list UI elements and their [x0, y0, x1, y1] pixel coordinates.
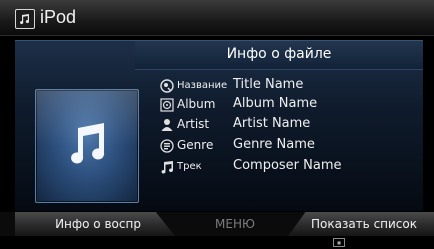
album-art: [35, 89, 139, 203]
info-row-genre: Genre Genre Name: [160, 137, 422, 157]
status-icon: ■: [333, 238, 345, 247]
album-icon: [160, 98, 174, 112]
info-label: Artist: [177, 117, 210, 131]
info-row-track: Трек Composer Name: [160, 158, 422, 178]
info-value: Composer Name: [233, 158, 342, 173]
show-list-label: Показать список: [310, 217, 417, 231]
info-label: Genre: [177, 138, 214, 152]
show-list-button[interactable]: Показать список: [288, 212, 434, 236]
info-row-album: Album Album Name: [160, 96, 422, 116]
info-value: Genre Name: [233, 137, 315, 152]
info-value: Title Name: [233, 77, 304, 92]
music-note-icon: [15, 9, 35, 29]
title-bar: iPod: [0, 0, 434, 36]
ipod-screen: iPod Инфо о файле Название Title Name Al…: [0, 0, 434, 249]
music-note-icon: [71, 123, 105, 164]
panel-header: Инфо о файле: [135, 41, 423, 70]
info-label: Название: [177, 80, 228, 91]
info-row-artist: Artist Artist Name: [160, 116, 422, 136]
menu-label: МЕНЮ: [215, 217, 255, 231]
info-value: Album Name: [233, 96, 318, 111]
menu-button[interactable]: МЕНЮ: [176, 212, 288, 236]
title-icon: [160, 79, 174, 93]
info-row-title: Название Title Name: [160, 77, 422, 97]
artist-icon: [161, 119, 173, 131]
playback-info-button[interactable]: Инфо о воспр: [15, 212, 175, 236]
genre-icon: [160, 139, 174, 153]
app-title: iPod: [40, 7, 77, 27]
info-label: Трек: [177, 161, 202, 172]
info-label: Album: [177, 97, 216, 111]
info-value: Artist Name: [233, 116, 311, 131]
softkey-bar: Инфо о воспр МЕНЮ Показать список: [0, 212, 434, 236]
playback-info-label: Инфо о воспр: [55, 217, 141, 231]
panel-title: Инфо о файле: [226, 46, 332, 62]
track-icon: [161, 161, 174, 174]
